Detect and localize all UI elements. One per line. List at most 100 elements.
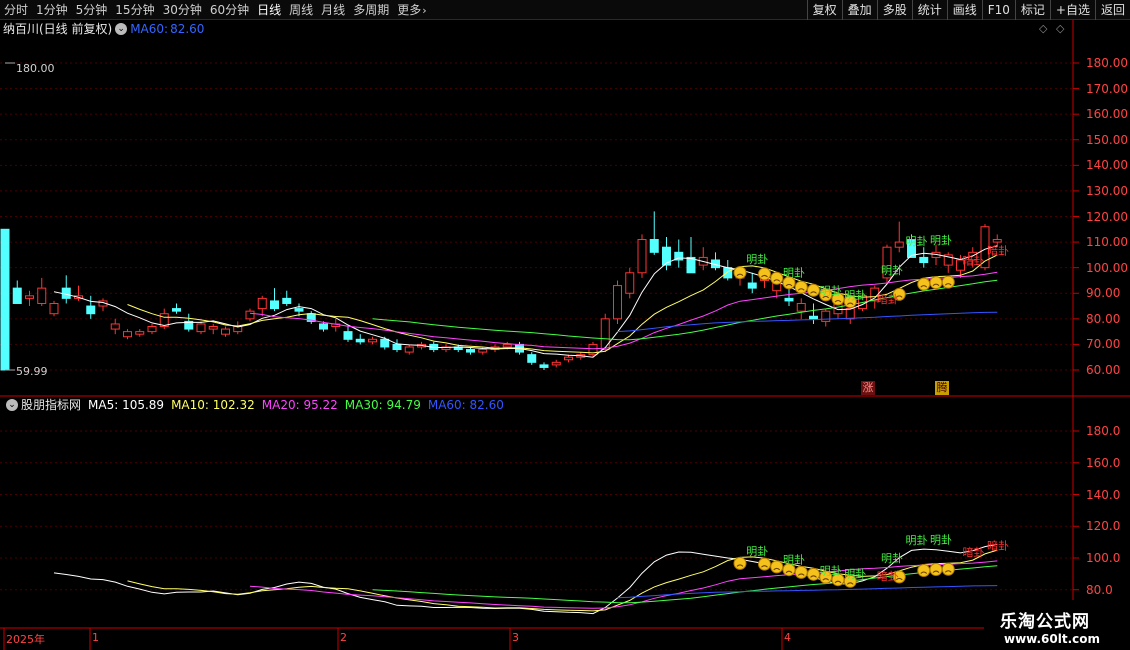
- candle-body: [12, 287, 22, 304]
- period-tabs: 分时 1分钟 5分钟 15分钟 30分钟 60分钟 日线 周线 月线 多周期 更多›: [0, 0, 431, 20]
- candle-body: [649, 239, 659, 253]
- toolbar-button[interactable]: +自选: [1049, 0, 1095, 20]
- candle-body: [355, 338, 365, 343]
- period-tab[interactable]: 30分钟: [159, 0, 206, 20]
- candle-body: [368, 338, 377, 343]
- watermark-title: 乐淘公式网: [1000, 612, 1090, 632]
- date-axis-label: 2: [340, 631, 347, 644]
- candle-body: [208, 326, 218, 330]
- period-tab[interactable]: 月线: [317, 0, 349, 20]
- candle-body: [551, 361, 561, 366]
- period-tab[interactable]: 周线: [285, 0, 317, 20]
- toolbar-button[interactable]: 多股: [876, 0, 912, 20]
- stock-title: 纳百川(日线 前复权): [3, 22, 113, 36]
- an-signal-text: 暗卦: [877, 292, 899, 306]
- indicator-axis-label: 120.0: [1086, 519, 1121, 534]
- ming-signal-text: 明卦: [746, 544, 768, 558]
- candle-body: [613, 285, 622, 320]
- indicator-ma-item: MA5: 105.89: [88, 398, 165, 412]
- an-signal-text: 暗卦: [987, 539, 1009, 553]
- settings-circle-icon[interactable]: ⌄: [6, 399, 18, 411]
- toolbar-button[interactable]: 画线: [946, 0, 982, 20]
- candle-body: [723, 267, 733, 279]
- an-signal-text: 暗卦: [963, 545, 985, 559]
- top-toolbar: 分时 1分钟 5分钟 15分钟 30分钟 60分钟 日线 周线 月线 多周期 更多› 复权 叠加 多股统…: [0, 0, 1130, 20]
- toolbar-buttons: 复权 叠加 多股 统计 画线 F10 标记 +自选 返回: [806, 0, 1130, 20]
- price-axis-label: 90.00: [1086, 286, 1121, 301]
- signal-face-icon: [758, 267, 771, 281]
- price-axis-label: 130.00: [1086, 183, 1128, 198]
- main-chart-header: 纳百川(日线 前复权) ⌄ MA60: 82.60: [3, 21, 204, 37]
- an-signal-text: 暗卦: [877, 569, 899, 583]
- an-signal-text: 暗卦: [987, 243, 1009, 257]
- ma10-indicator-line: [127, 549, 998, 612]
- candle-body: [172, 308, 181, 312]
- candle-body: [25, 295, 34, 299]
- an-signal-text: 暗卦: [963, 254, 985, 268]
- candle-body: [564, 356, 573, 361]
- period-tab[interactable]: 5分钟: [72, 0, 112, 20]
- ma60-value: 82.60: [170, 22, 205, 36]
- diamond-icon[interactable]: ◇: [1039, 22, 1047, 35]
- period-tab[interactable]: 更多›: [393, 0, 430, 20]
- indicator-ma-item: MA30: 94.79: [344, 398, 421, 412]
- candle-body: [637, 239, 647, 274]
- candle-body: [294, 308, 304, 312]
- date-axis-label: 4: [784, 631, 791, 644]
- ming-signal-text: 明卦: [820, 283, 842, 297]
- ma60-indicator-line: [617, 585, 998, 599]
- candle-body: [478, 349, 488, 353]
- settings-circle-icon[interactable]: ⌄: [115, 23, 128, 35]
- ming-signal-text: 明卦: [906, 234, 928, 248]
- price-axis-label: 170.00: [1086, 81, 1128, 96]
- period-tab[interactable]: 60分钟: [206, 0, 253, 20]
- price-axis-label: 180.00: [1086, 56, 1128, 70]
- candle-body: [221, 328, 230, 335]
- candle-body: [319, 323, 328, 330]
- toolbar-button[interactable]: 标记: [1014, 0, 1050, 20]
- period-tab[interactable]: 15分钟: [111, 0, 158, 20]
- signal-face-icon: [733, 266, 747, 280]
- low-marker: 59.99: [16, 365, 48, 378]
- ming-signal-text: 明卦: [930, 532, 952, 546]
- price-axis-label: 80.00: [1086, 311, 1121, 326]
- price-axis-label: 100.00: [1086, 260, 1128, 275]
- zhang-tag: 涨: [861, 381, 875, 395]
- toolbar-button[interactable]: 叠加: [841, 0, 877, 20]
- period-tab[interactable]: 分时: [0, 0, 32, 20]
- candle-body: [196, 323, 206, 333]
- toolbar-button[interactable]: F10: [981, 0, 1015, 20]
- indicator-name: 股朋指标网: [21, 398, 82, 412]
- candle-body: [686, 256, 696, 274]
- signal-face-icon: [807, 283, 820, 297]
- price-axis-label: 140.00: [1086, 158, 1128, 173]
- ming-signal-text: 明卦: [881, 263, 903, 277]
- watermark-url: www.60lt.com: [1004, 632, 1101, 646]
- candle-body: [894, 241, 904, 248]
- toolbar-button[interactable]: 返回: [1094, 0, 1130, 20]
- diamond-icon[interactable]: ◇: [1056, 22, 1064, 35]
- kline-chart[interactable]: 明卦明卦明卦明卦明卦明卦明卦明卦明卦明卦明卦明卦明卦明卦暗卦暗卦暗卦暗卦暗卦暗卦: [0, 20, 1130, 650]
- period-tab[interactable]: 日线: [253, 0, 285, 20]
- toolbar-button[interactable]: 统计: [911, 0, 947, 20]
- toolbar-button[interactable]: 复权: [806, 0, 842, 20]
- candle-body: [123, 331, 132, 338]
- period-tab[interactable]: 1分钟: [32, 0, 72, 20]
- candle-body: [796, 302, 806, 312]
- ming-signal-text: 明卦: [746, 252, 768, 266]
- signal-face-icon: [758, 557, 771, 571]
- candle-body: [147, 326, 157, 333]
- signal-face-icon: [733, 556, 747, 570]
- candle-body: [37, 287, 47, 304]
- signal-face-icon: [929, 276, 943, 290]
- ming-signal-text: 明卦: [844, 288, 866, 302]
- ming-signal-text: 明卦: [906, 533, 928, 547]
- candle-body: [392, 343, 402, 351]
- ma30-line: [372, 279, 998, 341]
- candle-body: [600, 318, 610, 351]
- candle-body: [747, 282, 757, 289]
- signal-face-icon: [770, 271, 784, 285]
- price-axis-label: 150.00: [1086, 132, 1128, 147]
- period-tab[interactable]: 多周期: [349, 0, 393, 20]
- teng-tag: 腾: [935, 381, 949, 395]
